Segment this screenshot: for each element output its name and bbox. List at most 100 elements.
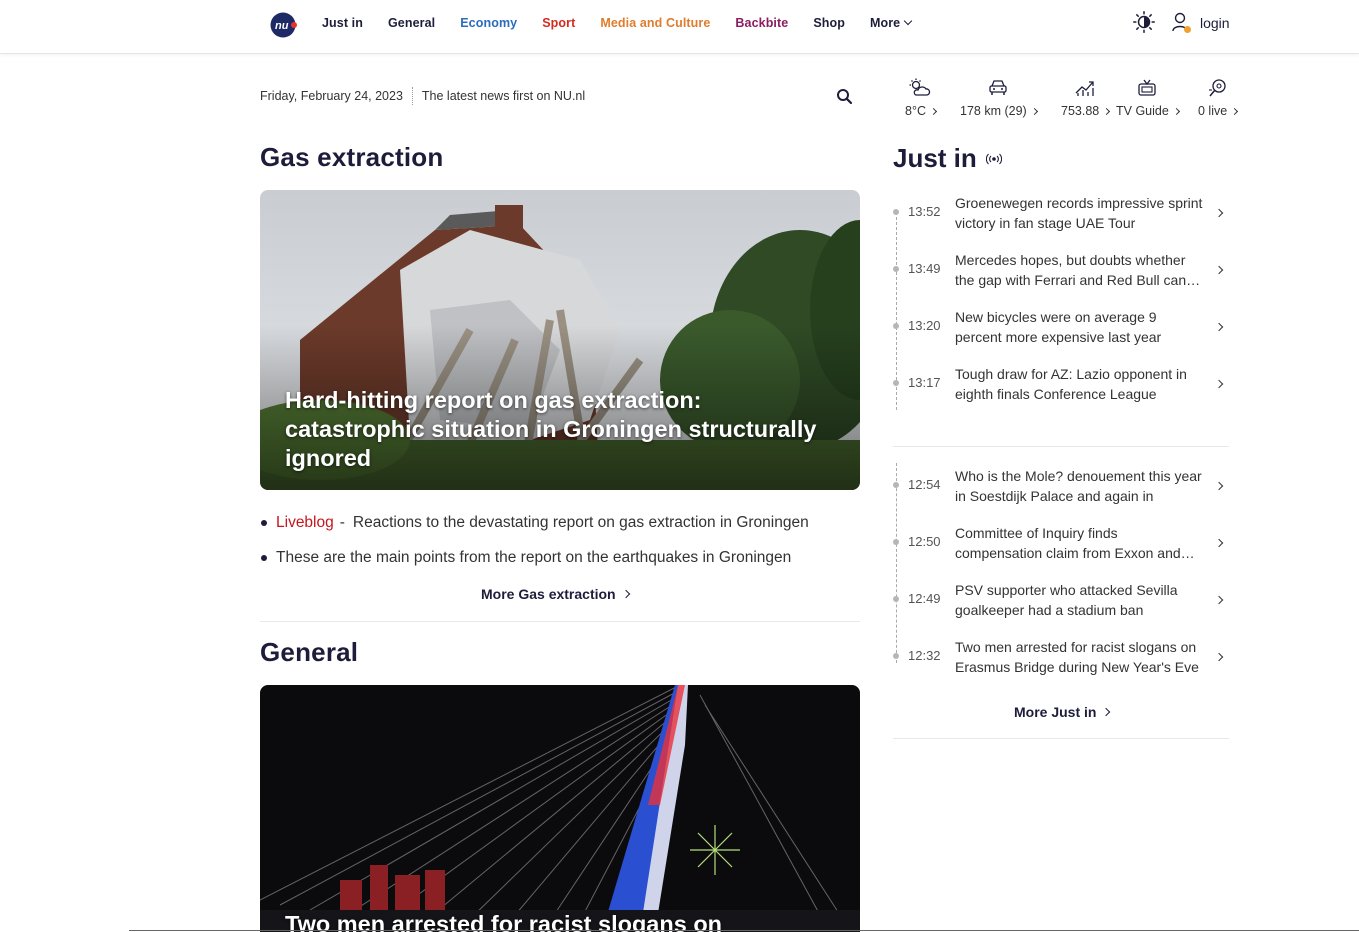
just-in-title-text: Just in [893,143,977,173]
liveblog-tag: Liveblog [276,513,334,531]
chevron-right-icon [1172,107,1180,116]
live-sport-label: 0 live [1198,104,1228,118]
nav-backbite[interactable]: Backbite [735,16,788,30]
nav-just-in[interactable]: Just in [322,16,363,30]
hero-article-general[interactable]: Two men arrested for racist slogans on [260,685,860,932]
dateline: Friday, February 24, 2023 The latest new… [260,87,585,105]
tv-icon [1138,79,1157,96]
just-in-headline: Who is the Mole? denouement this year in… [955,468,1202,504]
just-in-headline: Committee of Inquiry finds compensation … [955,525,1181,561]
just-in-headline: PSV supporter who attacked Sevilla goalk… [955,582,1178,618]
just-in-headline: Tough draw for AZ: Lazio opponent in eig… [955,366,1187,402]
current-date: Friday, February 24, 2023 [260,89,403,103]
chevron-right-icon [1214,595,1224,605]
related-article-item[interactable]: Liveblog - Reactions to the devastating … [260,505,860,540]
nav-economy[interactable]: Economy [460,16,517,30]
just-in-time: 12:32 [908,648,941,663]
just-in-item[interactable]: 12:54 Who is the Mole? denouement this y… [893,458,1229,515]
chevron-right-icon [1214,481,1224,491]
nav-general[interactable]: General [388,16,435,30]
tagline: The latest news first on NU.nl [421,89,586,103]
timeline-dot [893,596,899,602]
related-articles-list: Liveblog - Reactions to the devastating … [260,505,860,575]
chevron-right-icon [1214,322,1224,332]
just-in-item[interactable]: 12:32 Two men arrested for racist slogan… [893,629,1229,686]
just-in-item[interactable]: 13:52 Groenewegen records impressive spr… [893,185,1229,242]
nav-more[interactable]: More [869,16,913,30]
just-in-time: 13:20 [908,318,941,333]
service-widgets: 8°C 178 km (29) 753.88 TV Guide 0 live [893,78,1243,126]
chevron-right-icon [1214,265,1224,275]
more-gas-extraction-link[interactable]: More Gas extraction [481,586,630,602]
related-article-item[interactable]: These are the main points from the repor… [260,540,860,575]
chevron-right-icon [1103,107,1111,116]
just-in-time: 12:50 [908,534,941,549]
tv-guide-label: TV Guide [1116,104,1169,118]
just-in-time: 12:49 [908,591,941,606]
user-icon [1172,12,1191,33]
just-in-list-earlier: 12:54 Who is the Mole? denouement this y… [893,458,1229,686]
just-in-time: 13:49 [908,261,941,276]
just-in-list-recent: 13:52 Groenewegen records impressive spr… [893,185,1229,413]
chevron-right-icon [1214,538,1224,548]
traffic-widget[interactable]: 178 km (29) [960,78,1038,118]
timeline-dot [893,266,899,272]
weather-label: 8°C [905,104,926,118]
svg-text:nu: nu [275,20,289,32]
section-title-general: General [260,637,359,667]
more-just-in-link[interactable]: More Just in [1014,704,1111,720]
hero-article-gas-extraction[interactable]: Hard-hitting report on gas extraction: c… [260,190,860,490]
stocks-widget[interactable]: 753.88 [1061,78,1111,118]
search-icon[interactable] [836,88,853,105]
weather-widget[interactable]: 8°C [905,78,938,118]
timeline-dot [893,323,899,329]
nav-media-and-culture[interactable]: Media and Culture [600,16,710,30]
related-article-text: These are the main points from the repor… [276,548,792,566]
hero-image-bridge [260,685,860,932]
just-in-headline: Two men arrested for racist slogans on E… [955,639,1199,675]
more-just-in-label: More Just in [1014,704,1097,720]
just-in-divider [893,446,1229,447]
nu-logo[interactable]: nu [270,11,298,39]
login-button[interactable]: login [1172,12,1230,34]
just-in-item[interactable]: 13:49 Mercedes hopes, but doubts whether… [893,242,1229,299]
tv-guide-widget[interactable]: TV Guide [1116,78,1180,118]
nav-shop[interactable]: Shop [813,16,845,30]
chevron-right-icon [1214,379,1224,389]
stocks-icon [1075,81,1094,96]
traffic-icon [989,80,1007,95]
timeline-dot [893,209,899,215]
timeline-dot [893,653,899,659]
login-label: login [1200,15,1230,31]
chevron-right-icon [1102,707,1111,717]
just-in-item[interactable]: 13:17 Tough draw for AZ: Lazio opponent … [893,356,1229,413]
top-navigation-bar: nu Just in General Economy Sport Media a… [0,0,1359,54]
nav-more-label: More [869,16,901,30]
just-in-headline: Mercedes hopes, but doubts whether the g… [955,252,1187,288]
more-gas-extraction-label: More Gas extraction [481,586,616,602]
nav-sport[interactable]: Sport [542,16,575,30]
live-broadcast-icon [985,153,1002,164]
just-in-time: 12:54 [908,477,941,492]
just-in-time: 13:17 [908,375,941,390]
dateline-divider [411,87,413,105]
tag-separator: - [339,513,345,531]
hero-headline: Hard-hitting report on gas extraction: c… [285,387,817,471]
just-in-item[interactable]: 13:20 New bicycles were on average 9 per… [893,299,1229,356]
theme-toggle-icon[interactable] [1133,11,1155,33]
just-in-item[interactable]: 12:50 Committee of Inquiry finds compens… [893,515,1229,572]
chevron-down-icon [903,16,913,26]
chevron-right-icon [1214,208,1224,218]
live-sport-icon [1208,79,1226,97]
section-title-gas-extraction: Gas extraction [260,142,444,172]
timeline-dot [893,482,899,488]
weather-icon [909,78,931,96]
traffic-label: 178 km (29) [960,104,1027,118]
chevron-right-icon [929,107,938,116]
just-in-title: Just in [893,143,1002,174]
related-article-text: Reactions to the devastating report on g… [352,513,809,531]
just-in-item[interactable]: 12:49 PSV supporter who attacked Sevilla… [893,572,1229,629]
live-sport-widget[interactable]: 0 live [1198,78,1239,118]
just-in-headline: Groenewegen records impressive sprint vi… [955,195,1203,231]
bullet-dot [261,554,267,561]
